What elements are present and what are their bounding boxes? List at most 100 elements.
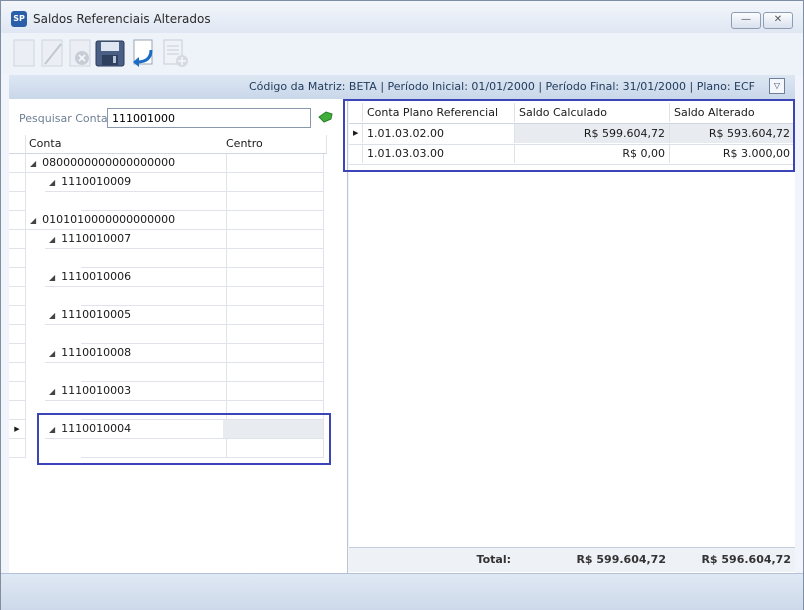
row-selector[interactable] — [9, 249, 26, 268]
tree-cell-conta[interactable]: ◢ 1110010008 — [45, 344, 227, 363]
status-bar — [1, 573, 803, 610]
tree-cell-centro[interactable] — [223, 192, 324, 211]
expand-collapse-icon[interactable]: ◢ — [30, 212, 36, 229]
tree-cell-conta[interactable]: ◢ 1110010007 — [45, 230, 227, 249]
tree-row[interactable]: ◢ 1110010007 — [9, 230, 347, 249]
minimize-button[interactable]: — — [731, 12, 761, 29]
tree-cell-centro[interactable] — [223, 382, 324, 401]
tree-node-label: 1110010006 — [61, 270, 132, 283]
tree-row[interactable] — [9, 287, 347, 306]
tree-cell-conta[interactable] — [81, 249, 227, 268]
title-bar[interactable]: SP Saldos Referenciais Alterados — ✕ — [1, 1, 803, 33]
tree-cell-centro[interactable] — [223, 325, 324, 344]
tree-row[interactable] — [9, 192, 347, 211]
row-selector[interactable] — [9, 154, 26, 173]
tree-node-label: 1110010008 — [61, 346, 132, 359]
highlight-box-tree — [37, 413, 331, 465]
tree-cell-conta[interactable] — [81, 363, 227, 382]
row-selector[interactable] — [9, 401, 26, 420]
tree-node-label: 1110010009 — [61, 175, 132, 188]
tree-cell-conta[interactable]: ◢ 0101010000000000000 — [26, 211, 227, 230]
new-button[interactable] — [11, 38, 37, 68]
app-logo-icon: SP — [11, 11, 27, 27]
tree-row[interactable] — [9, 325, 347, 344]
total-saldo-alterado: R$ 596.604,72 — [701, 553, 791, 566]
tree-row[interactable]: ◢ 1110010005 — [9, 306, 347, 325]
go-arrow-icon — [318, 111, 333, 123]
row-selector[interactable] — [9, 211, 26, 230]
tree-cell-conta[interactable] — [81, 192, 227, 211]
row-selector[interactable] — [9, 306, 26, 325]
search-go-button[interactable] — [317, 109, 333, 125]
search-label: Pesquisar Conta — [19, 112, 108, 125]
tree-row[interactable]: ◢ 1110010009 — [9, 173, 347, 192]
main-window: SP Saldos Referenciais Alterados — ✕ Cód… — [0, 0, 804, 610]
column-header-centro[interactable]: Centro — [223, 135, 327, 154]
tree-cell-centro[interactable] — [223, 249, 324, 268]
tree-cell-conta[interactable]: ◢ 1110010003 — [45, 382, 227, 401]
row-selector[interactable] — [9, 287, 26, 306]
delete-icon — [69, 39, 91, 67]
tree-cell-centro[interactable] — [223, 230, 324, 249]
tree-row[interactable]: ◢ 0101010000000000000 — [9, 211, 347, 230]
report-button[interactable] — [161, 38, 188, 68]
tree-row[interactable]: ◢ 1110010003 — [9, 382, 347, 401]
delete-button[interactable] — [67, 38, 93, 68]
save-icon — [95, 40, 125, 67]
row-selector[interactable] — [9, 192, 26, 211]
expand-collapse-icon[interactable]: ◢ — [49, 174, 55, 191]
chevron-down-icon: ▽ — [773, 81, 781, 90]
row-selector[interactable] — [9, 173, 26, 192]
total-saldo-calculado: R$ 599.604,72 — [576, 553, 666, 566]
tree-cell-centro[interactable] — [223, 154, 324, 173]
edit-button[interactable] — [39, 38, 65, 68]
tree-cell-conta[interactable] — [81, 325, 227, 344]
tree-row[interactable]: ◢ 1110010006 — [9, 268, 347, 287]
row-selector[interactable]: ▶ — [9, 420, 26, 439]
info-bar: Código da Matriz: BETA | Período Inicial… — [9, 75, 795, 100]
expand-collapse-icon[interactable]: ◢ — [49, 231, 55, 248]
tree-cell-conta[interactable] — [81, 287, 227, 306]
tree-header-selector — [9, 135, 26, 154]
tree-cell-conta[interactable]: ◢ 1110010006 — [45, 268, 227, 287]
tree-cell-centro[interactable] — [223, 363, 324, 382]
column-header-conta[interactable]: Conta — [26, 135, 226, 154]
close-button[interactable]: ✕ — [763, 12, 793, 29]
undo-button[interactable] — [129, 38, 155, 68]
save-button[interactable] — [95, 38, 125, 68]
tree-cell-centro[interactable] — [223, 306, 324, 325]
tree-row[interactable] — [9, 249, 347, 268]
report-icon — [163, 39, 188, 67]
tree-header: Conta Centro — [9, 135, 347, 154]
tree-node-label: 0800000000000000000 — [42, 156, 176, 169]
row-selector[interactable] — [9, 363, 26, 382]
search-input[interactable] — [107, 108, 311, 128]
expand-collapse-icon[interactable]: ◢ — [49, 269, 55, 286]
tree-cell-conta[interactable]: ◢ 0800000000000000000 — [26, 154, 227, 173]
row-selector[interactable] — [9, 325, 26, 344]
tree-cell-centro[interactable] — [223, 268, 324, 287]
row-selector[interactable] — [9, 268, 26, 287]
account-tree-panel: Pesquisar Conta Conta Centro ◢ 0800000000… — [9, 99, 348, 573]
tree-row[interactable]: ◢ 0800000000000000000 — [9, 154, 347, 173]
row-selector[interactable] — [9, 439, 26, 458]
tree-row[interactable]: ◢ 1110010008 — [9, 344, 347, 363]
edit-icon — [41, 39, 63, 67]
expand-collapse-icon[interactable]: ◢ — [30, 155, 36, 172]
total-label: Total: — [476, 553, 511, 566]
row-selector[interactable] — [9, 344, 26, 363]
expand-collapse-icon[interactable]: ◢ — [49, 307, 55, 324]
expand-collapse-icon[interactable]: ◢ — [49, 345, 55, 362]
referential-grid-panel: Conta Plano Referencial Saldo Calculado … — [343, 99, 795, 573]
tree-cell-conta[interactable]: ◢ 1110010005 — [45, 306, 227, 325]
row-selector[interactable] — [9, 230, 26, 249]
tree-cell-centro[interactable] — [223, 211, 324, 230]
tree-cell-centro[interactable] — [223, 344, 324, 363]
tree-row[interactable] — [9, 363, 347, 382]
row-selector[interactable] — [9, 382, 26, 401]
collapse-toggle-button[interactable]: ▽ — [769, 78, 785, 94]
expand-collapse-icon[interactable]: ◢ — [49, 383, 55, 400]
tree-cell-centro[interactable] — [223, 287, 324, 306]
tree-cell-conta[interactable]: ◢ 1110010009 — [45, 173, 227, 192]
tree-cell-centro[interactable] — [223, 173, 324, 192]
